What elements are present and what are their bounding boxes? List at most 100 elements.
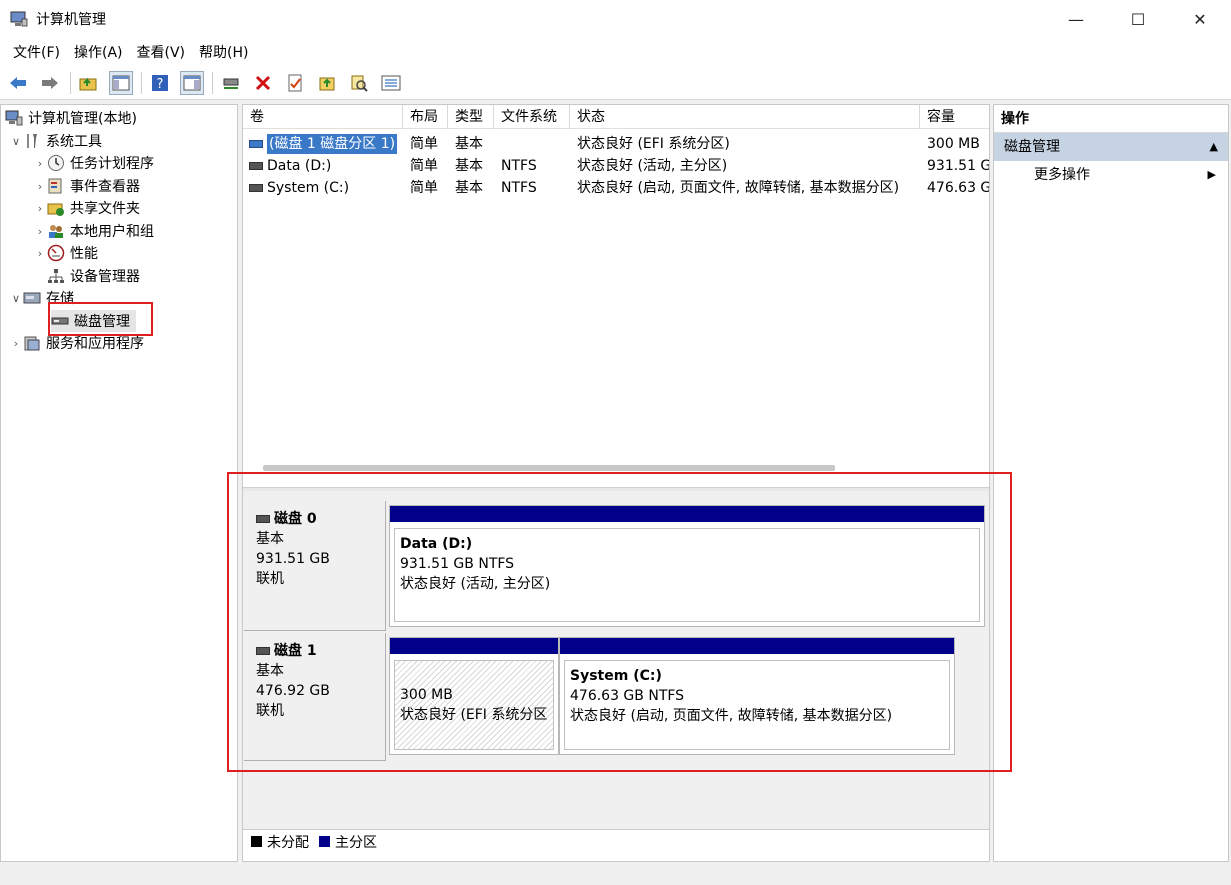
tree-item-performance[interactable]: › 性能	[33, 242, 98, 264]
column-header-layout[interactable]: 布局	[403, 105, 448, 129]
storage-icon	[23, 292, 41, 304]
minimize-button[interactable]: —	[1045, 0, 1107, 38]
table-row[interactable]: System (C:) 简单 基本 NTFS 状态良好 (启动, 页面文件, 故…	[243, 177, 989, 199]
column-header-filesystem[interactable]: 文件系统	[494, 105, 570, 129]
volume-filesystem	[494, 133, 570, 155]
disk-type: 基本	[256, 531, 284, 547]
search-icon[interactable]	[347, 71, 371, 95]
connect-icon[interactable]	[219, 71, 243, 95]
menu-file[interactable]: 文件(F)	[6, 42, 67, 62]
partition-efi[interactable]: 300 MB 状态良好 (EFI 系统分区	[389, 637, 559, 755]
tree-item-root[interactable]: 计算机管理(本地)	[5, 107, 137, 129]
more-actions-item[interactable]: 更多操作 ▶	[994, 161, 1228, 189]
volume-name: (磁盘 1 磁盘分区 1)	[267, 134, 398, 154]
table-row[interactable]: Data (D:) 简单 基本 NTFS 状态良好 (活动, 主分区) 931.…	[243, 155, 989, 177]
console-tree: 计算机管理(本地) ∨ 系统工具 › 任务计划程序 › 事件查看器 › 共享文件…	[0, 104, 238, 862]
delete-icon[interactable]	[251, 71, 275, 95]
disk-name: 磁盘 0	[274, 511, 317, 527]
chevron-right-icon[interactable]: ›	[9, 337, 23, 350]
tree-item-task-scheduler[interactable]: › 任务计划程序	[33, 152, 154, 174]
disk-1-label[interactable]: 磁盘 1 基本 476.92 GB 联机	[244, 633, 386, 761]
users-icon	[49, 225, 63, 238]
show-hide-console-tree-icon[interactable]	[109, 70, 133, 95]
chevron-right-icon: ▶	[1207, 168, 1216, 181]
disk-state: 联机	[256, 703, 284, 719]
column-header-volume[interactable]: 卷	[243, 105, 403, 129]
up-folder-icon[interactable]	[77, 71, 101, 95]
forward-arrow-icon[interactable]	[38, 71, 62, 95]
actions-section-disk-management[interactable]: 磁盘管理 ▲	[994, 133, 1228, 161]
chevron-right-icon[interactable]: ›	[33, 225, 47, 238]
actions-section-label: 磁盘管理	[1004, 139, 1060, 155]
tree-item-event-viewer[interactable]: › 事件查看器	[33, 175, 140, 197]
show-action-pane-icon[interactable]	[180, 70, 204, 95]
tree-item-disk-management[interactable]: 磁盘管理	[51, 310, 136, 332]
back-arrow-icon[interactable]	[6, 71, 30, 95]
chevron-right-icon[interactable]: ›	[33, 202, 47, 215]
tree-item-device-manager[interactable]: 设备管理器	[47, 265, 140, 287]
tree-label: 存储	[46, 291, 74, 307]
table-row[interactable]: (磁盘 1 磁盘分区 1) 简单 基本 状态良好 (EFI 系统分区) 300 …	[243, 133, 989, 155]
partition-system-c[interactable]: System (C:) 476.63 GB NTFS 状态良好 (启动, 页面文…	[559, 637, 955, 755]
disk-drive-icon	[256, 515, 270, 523]
help-icon[interactable]: ?	[148, 71, 172, 95]
tree-item-local-users[interactable]: › 本地用户和组	[33, 220, 154, 242]
toolbar-separator	[70, 71, 71, 94]
tree-item-storage[interactable]: ∨ 存储	[9, 287, 74, 309]
disk-size: 476.92 GB	[256, 683, 330, 699]
column-header-status[interactable]: 状态	[570, 105, 920, 129]
maximize-button[interactable]: ☐	[1107, 0, 1169, 38]
menu-action[interactable]: 操作(A)	[67, 42, 130, 62]
svg-text:?: ?	[157, 77, 164, 92]
properties-icon[interactable]	[283, 71, 307, 95]
volume-status: 状态良好 (EFI 系统分区)	[577, 136, 730, 152]
disk-type: 基本	[256, 663, 284, 679]
chevron-up-icon[interactable]: ▲	[1210, 133, 1218, 161]
tree-label: 设备管理器	[70, 269, 140, 285]
volume-status: 状态良好 (启动, 页面文件, 故障转储, 基本数据分区)	[577, 180, 900, 196]
list-view-icon[interactable]	[379, 71, 403, 95]
chevron-right-icon[interactable]: ›	[33, 180, 47, 193]
partition-data-d[interactable]: Data (D:) 931.51 GB NTFS 状态良好 (活动, 主分区)	[389, 505, 985, 627]
disk-0-label[interactable]: 磁盘 0 基本 931.51 GB 联机	[244, 501, 386, 631]
disk-graphical-view: 磁盘 0 基本 931.51 GB 联机 Data (D:) 931.51 GB…	[243, 491, 989, 831]
partition-size: 300 MB	[400, 687, 453, 703]
legend: 未分配 主分区	[243, 829, 989, 853]
primary-partition-swatch	[319, 836, 330, 847]
chevron-down-icon[interactable]: ∨	[9, 292, 23, 305]
tools-icon	[27, 134, 37, 148]
performance-gauge-icon	[47, 244, 65, 262]
volume-icon	[249, 140, 263, 148]
chevron-right-icon[interactable]: ›	[33, 157, 47, 170]
volume-filesystem: NTFS	[501, 180, 537, 196]
chevron-down-icon[interactable]: ∨	[9, 135, 23, 148]
window-title: 计算机管理	[36, 12, 106, 28]
horizontal-scrollbar[interactable]	[263, 465, 835, 471]
disk-drive-icon	[256, 647, 270, 655]
menu-help[interactable]: 帮助(H)	[192, 42, 255, 62]
tree-label: 服务和应用程序	[46, 336, 144, 352]
event-viewer-icon	[48, 178, 62, 194]
more-actions-label: 更多操作	[1034, 167, 1090, 183]
volume-layout: 简单	[410, 136, 438, 152]
volume-capacity: 931.51 G	[927, 158, 989, 174]
unallocated-swatch	[251, 836, 262, 847]
disk-drive-icon	[51, 317, 69, 325]
open-folder-icon[interactable]	[315, 71, 339, 95]
tree-item-shared-folders[interactable]: › 共享文件夹	[33, 197, 140, 219]
shared-folder-icon	[47, 203, 64, 216]
toolbar-separator	[141, 71, 142, 94]
volume-layout: 简单	[410, 180, 438, 196]
actions-header: 操作	[994, 105, 1228, 133]
tree-item-system-tools[interactable]: ∨ 系统工具	[9, 130, 102, 152]
tree-label: 本地用户和组	[70, 224, 154, 240]
column-header-type[interactable]: 类型	[448, 105, 494, 129]
tree-label: 磁盘管理	[74, 314, 130, 330]
menu-view[interactable]: 查看(V)	[130, 42, 193, 62]
tree-label: 性能	[70, 246, 98, 262]
chevron-right-icon[interactable]: ›	[33, 247, 47, 260]
close-button[interactable]: ✕	[1169, 0, 1231, 38]
tree-item-services-apps[interactable]: › 服务和应用程序	[9, 332, 144, 354]
column-header-capacity[interactable]: 容量	[920, 105, 989, 129]
volume-layout: 简单	[410, 158, 438, 174]
